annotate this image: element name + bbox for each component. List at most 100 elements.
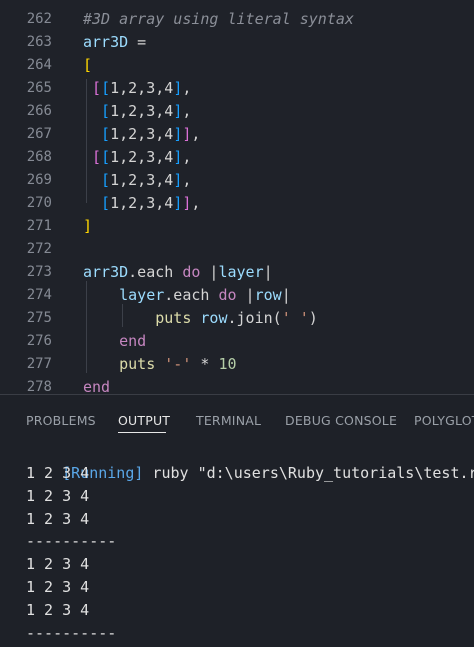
code-token: | xyxy=(200,263,219,281)
code-token: 1,2,3,4 xyxy=(110,194,174,212)
run-command-text: ruby "d:\users\Ruby_tutorials\test.rb" xyxy=(143,464,474,482)
line-number: 271 xyxy=(26,218,52,234)
line-number: 267 xyxy=(26,126,52,142)
code-token: , xyxy=(182,102,192,120)
code-line[interactable]: 274 layer.each do |row| xyxy=(0,284,474,307)
code-token: | xyxy=(263,263,273,281)
code-token: row xyxy=(254,286,282,304)
code-token: 1,2,3,4 xyxy=(110,148,174,166)
indent-guide xyxy=(86,79,87,203)
code-token: ) xyxy=(308,309,318,327)
code-text: [1,2,3,4]], xyxy=(83,123,200,146)
code-text: puts '-' * 10 xyxy=(83,353,237,376)
code-token: '-' xyxy=(164,355,192,373)
code-line[interactable]: 277 puts '-' * 10 xyxy=(0,353,474,376)
code-token: row xyxy=(200,309,228,327)
active-tab-indicator xyxy=(118,432,166,433)
code-text: ] xyxy=(83,215,92,238)
line-number: 270 xyxy=(26,195,52,211)
code-token: layer xyxy=(218,263,264,281)
output-line: ---------- xyxy=(26,532,117,551)
line-number: 277 xyxy=(26,356,52,372)
code-line[interactable]: 276 end xyxy=(0,330,474,353)
tab-output[interactable]: OUTPUT xyxy=(118,413,170,428)
line-number: 269 xyxy=(26,172,52,188)
code-text: [1,2,3,4]], xyxy=(83,192,200,215)
tab-problems[interactable]: PROBLEMS xyxy=(26,413,96,428)
code-line[interactable]: 268 [[1,2,3,4], xyxy=(0,146,474,169)
tab-debug-console[interactable]: DEBUG CONSOLE xyxy=(285,413,397,428)
code-line[interactable]: 263 arr3D = xyxy=(0,31,474,54)
code-token: , xyxy=(191,194,201,212)
output-line: 1 2 3 4 xyxy=(26,509,90,528)
line-number: 262 xyxy=(26,11,52,27)
output-line: ---------- xyxy=(26,623,117,642)
code-token: .each xyxy=(128,263,183,281)
code-token: [ xyxy=(101,148,111,166)
code-text: end xyxy=(83,376,110,394)
code-token: .join( xyxy=(227,309,282,327)
code-token: , xyxy=(182,79,192,97)
code-line[interactable]: 266 [1,2,3,4], xyxy=(0,100,474,123)
code-text: [[1,2,3,4], xyxy=(83,77,191,100)
code-token: arr3D xyxy=(83,263,129,281)
code-editor[interactable]: 262 #3D array using literal syntax 263 arr3… xyxy=(0,0,474,394)
code-token: , xyxy=(191,125,201,143)
output-run-command: [Running] ruby "d:\users\Ruby_tutorials\… xyxy=(26,439,474,482)
line-number: 272 xyxy=(26,241,52,257)
line-number: 273 xyxy=(26,264,52,280)
code-token: = xyxy=(128,33,147,51)
bottom-panel: PROBLEMS OUTPUT TERMINAL DEBUG CONSOLE P… xyxy=(0,394,474,647)
code-text: [1,2,3,4], xyxy=(83,100,191,123)
code-token: end xyxy=(83,332,147,350)
code-token: layer xyxy=(83,286,165,304)
code-token: 10 xyxy=(218,355,237,373)
code-token: ] xyxy=(173,79,183,97)
line-number: 275 xyxy=(26,310,52,326)
code-text: #3D array using literal syntax xyxy=(83,8,354,31)
code-token: 1,2,3,4 xyxy=(110,79,174,97)
indent-guide xyxy=(86,281,87,373)
line-number: 278 xyxy=(26,379,52,394)
indent-guide xyxy=(122,304,123,327)
code-token: , xyxy=(182,171,192,189)
code-token: [ xyxy=(83,125,111,143)
output-line: 1 2 3 4 xyxy=(26,578,90,596)
code-token: 1,2,3,4 xyxy=(110,125,174,143)
code-token: arr3D xyxy=(83,33,129,51)
code-line[interactable]: 265 [[1,2,3,4], xyxy=(0,77,474,100)
code-token: * xyxy=(191,355,219,373)
code-token: #3D array using literal syntax xyxy=(83,10,354,28)
code-line[interactable]: 272 xyxy=(0,238,474,261)
code-token: end xyxy=(83,378,111,394)
code-line[interactable]: 270 [1,2,3,4]], xyxy=(0,192,474,215)
code-token: 1,2,3,4 xyxy=(110,102,174,120)
code-line[interactable]: 271] xyxy=(0,215,474,238)
code-token: | xyxy=(281,286,291,304)
code-line[interactable]: 264 [ xyxy=(0,54,474,77)
code-line[interactable]: 269 [1,2,3,4], xyxy=(0,169,474,192)
tab-polyglot[interactable]: POLYGLOT xyxy=(414,413,474,428)
code-token: do xyxy=(218,286,237,304)
code-line[interactable]: 273 arr3D.each do |layer| xyxy=(0,261,474,284)
code-text: [1,2,3,4], xyxy=(83,169,191,192)
code-text: [ xyxy=(83,54,92,77)
code-line[interactable]: 275 puts row.join(' ') xyxy=(0,307,474,330)
code-token: puts xyxy=(83,355,165,373)
code-text: end xyxy=(83,330,146,353)
code-token: [ xyxy=(83,194,111,212)
output-line: 1 2 3 4 xyxy=(26,464,90,482)
code-line[interactable]: 267 [1,2,3,4]], xyxy=(0,123,474,146)
code-token: ] xyxy=(173,194,183,212)
code-text: arr3D = xyxy=(83,31,146,54)
code-token: ] xyxy=(83,217,93,235)
code-text: layer.each do |row| xyxy=(83,284,291,307)
code-line[interactable]: 262 #3D array using literal syntax xyxy=(0,8,474,31)
line-number: 276 xyxy=(26,333,52,349)
line-number: 264 xyxy=(26,57,52,73)
code-line[interactable]: 278 end xyxy=(0,376,474,394)
code-token: ] xyxy=(173,125,183,143)
tab-terminal[interactable]: TERMINAL xyxy=(196,413,261,428)
code-token: puts xyxy=(83,309,201,327)
code-token: ' ' xyxy=(281,309,309,327)
